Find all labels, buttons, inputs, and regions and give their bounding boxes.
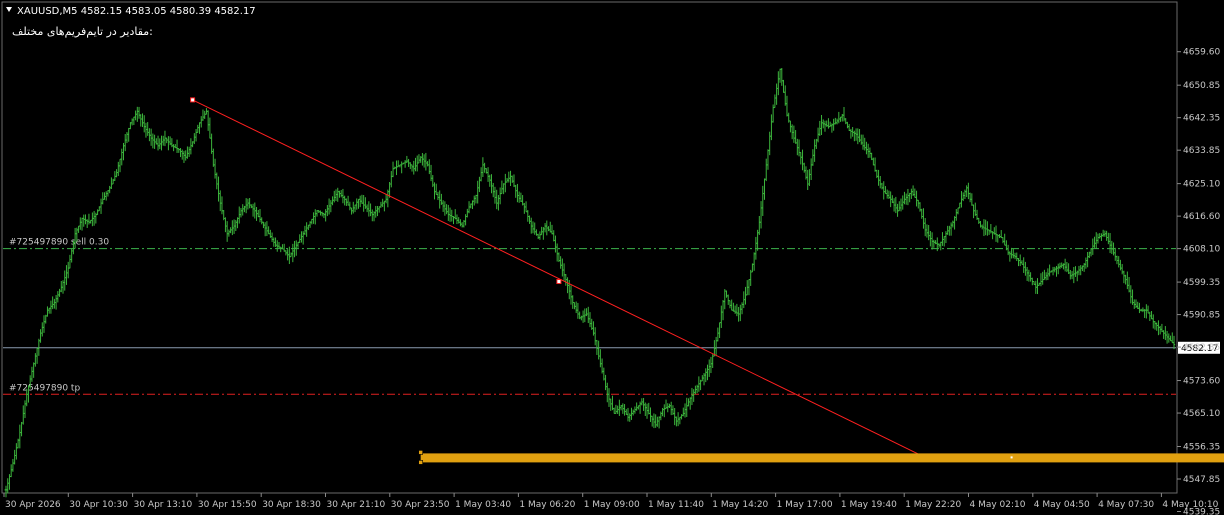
x-tick-label: 1 May 14:20: [712, 500, 768, 510]
x-tick-label: 1 May 22:20: [905, 500, 961, 510]
x-tick-label: 4 May 04:50: [1034, 500, 1090, 510]
zone-handle[interactable]: [418, 450, 423, 455]
chart-background: [0, 0, 1224, 515]
y-axis: 4659.60 4650.85 4642.35 4633.85 4625.10 4616.…: [1177, 48, 1220, 515]
x-tick-label: 4 May 02:10: [970, 500, 1026, 510]
zone-bar: [420, 453, 1224, 463]
x-tick-label: 30 Apr 23:50: [391, 500, 450, 510]
zone-handle[interactable]: [418, 460, 423, 465]
order-label: #725497890 tp: [9, 383, 80, 393]
trendline-anchor[interactable]: [556, 279, 562, 285]
x-tick-label: 30 Apr 15:50: [198, 500, 257, 510]
y-tick-label: 4608.10: [1183, 245, 1220, 255]
y-tick-label: 4625.10: [1183, 180, 1220, 190]
x-tick-label: 30 Apr 18:30: [262, 500, 321, 510]
x-tick-label: 1 May 11:40: [648, 500, 704, 510]
y-tick-label: 4582.35: [1183, 343, 1220, 353]
y-tick-label: 4616.60: [1183, 212, 1220, 222]
x-tick-label: 4 May 07:30: [1098, 500, 1154, 510]
y-tick-label: 4650.85: [1183, 81, 1220, 91]
x-tick-label: 1 May 17:00: [777, 500, 833, 510]
x-tick-label: 1 May 06:20: [519, 500, 575, 510]
x-tick-label: 30 Apr 13:10: [134, 500, 193, 510]
x-tick-label: 30 Apr 10:30: [69, 500, 128, 510]
chart-note: مقادیر در تایم‌فریم‌های مختلف:: [12, 25, 153, 38]
trendline-anchor[interactable]: [190, 97, 196, 103]
symbol-quote-line: XAUUSD,M5 4582.15 4583.05 4580.39 4582.1…: [17, 6, 256, 17]
x-tick-label: 4 May 10:10: [1162, 500, 1218, 510]
y-tick-label: 4573.60: [1183, 377, 1220, 387]
y-tick-label: 4556.35: [1183, 443, 1220, 453]
y-tick-label: 4599.35: [1183, 278, 1220, 288]
order-label: #725497890 sell 0.30: [9, 238, 109, 248]
zone-center-point: [1010, 456, 1013, 459]
y-tick-label: 4547.85: [1183, 475, 1220, 485]
x-tick-label: 30 Apr 2026: [5, 500, 61, 510]
y-tick-label: 4590.85: [1183, 311, 1220, 321]
price-chart[interactable]: #725497890 sell 0.30#725497890 tp 4582.1…: [0, 0, 1224, 515]
x-tick-label: 1 May 09:00: [584, 500, 640, 510]
y-tick-label: 4642.35: [1183, 114, 1220, 124]
x-tick-label: 1 May 19:40: [841, 500, 897, 510]
x-tick-label: 30 Apr 21:10: [327, 500, 386, 510]
y-tick-label: 4659.60: [1183, 48, 1220, 58]
y-tick-label: 4633.85: [1183, 146, 1220, 156]
x-tick-label: 1 May 03:40: [455, 500, 511, 510]
y-tick-label: 4565.10: [1183, 409, 1220, 419]
